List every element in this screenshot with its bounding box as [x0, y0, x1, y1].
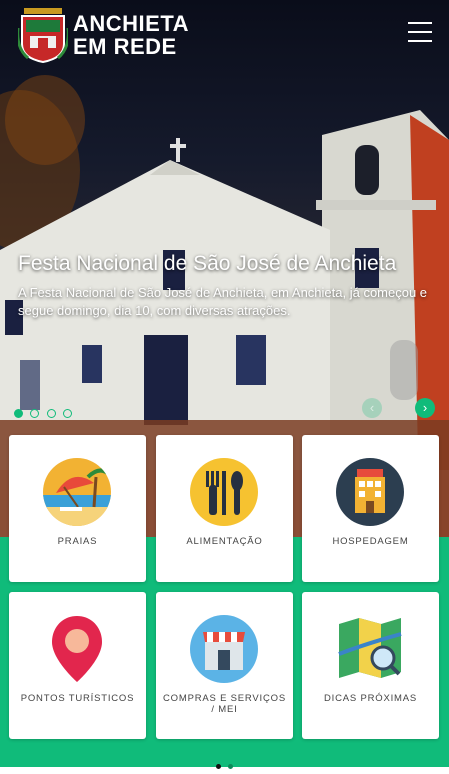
category-card-compras[interactable]: COMPRAS E SERVIÇOS / MEI [156, 592, 293, 739]
category-label: HOSPEDAGEM [332, 536, 409, 547]
chevron-left-icon[interactable]: ‹ [362, 398, 382, 418]
slide-indicator[interactable] [14, 409, 23, 418]
beach-icon [43, 458, 111, 526]
slide-indicator[interactable] [63, 409, 73, 418]
hamburger-icon[interactable] [404, 22, 436, 48]
category-label: ALIMENTAÇÃO [186, 536, 263, 547]
category-card-alimentacao[interactable]: ALIMENTAÇÃO [156, 435, 293, 582]
brand-line-2: EM REDE [73, 34, 177, 59]
slide-caption[interactable]: Festa Nacional de São José de Anchieta A… [18, 252, 428, 320]
category-label: DICAS PRÓXIMAS [323, 693, 418, 704]
category-card-praias[interactable]: PRAIAS [9, 435, 146, 582]
map-pin-icon [52, 616, 102, 682]
crest-logo-icon[interactable] [16, 5, 70, 69]
slide-indicator[interactable] [46, 409, 56, 418]
brand-line-1: ANCHIETA [73, 11, 190, 36]
category-label: PONTOS TURÍSTICOS [20, 693, 135, 704]
category-card-dicas[interactable]: DICAS PRÓXIMAS [302, 592, 439, 739]
slider-indicators [14, 405, 75, 423]
cutlery-icon [190, 458, 258, 526]
category-pager [216, 756, 236, 774]
category-card-pontos-turisticos[interactable]: PONTOS TURÍSTICOS [9, 592, 146, 739]
slide-description: A Festa Nacional de São José de Anchieta… [18, 285, 428, 318]
map-search-icon [338, 618, 402, 678]
category-card-hospedagem[interactable]: HOSPEDAGEM [302, 435, 439, 582]
category-label: COMPRAS E SERVIÇOS / MEI [163, 693, 286, 715]
store-icon [190, 615, 258, 683]
chevron-right-icon[interactable]: › [415, 398, 435, 418]
hotel-icon [336, 458, 404, 526]
slide-indicator[interactable] [30, 409, 40, 418]
slide-title[interactable]: Festa Nacional de São José de Anchieta [18, 252, 428, 276]
brand-name[interactable]: ANCHIETA EM REDE [73, 12, 189, 58]
top-header: ANCHIETA EM REDE [0, 0, 449, 70]
category-label: PRAIAS [57, 536, 98, 547]
